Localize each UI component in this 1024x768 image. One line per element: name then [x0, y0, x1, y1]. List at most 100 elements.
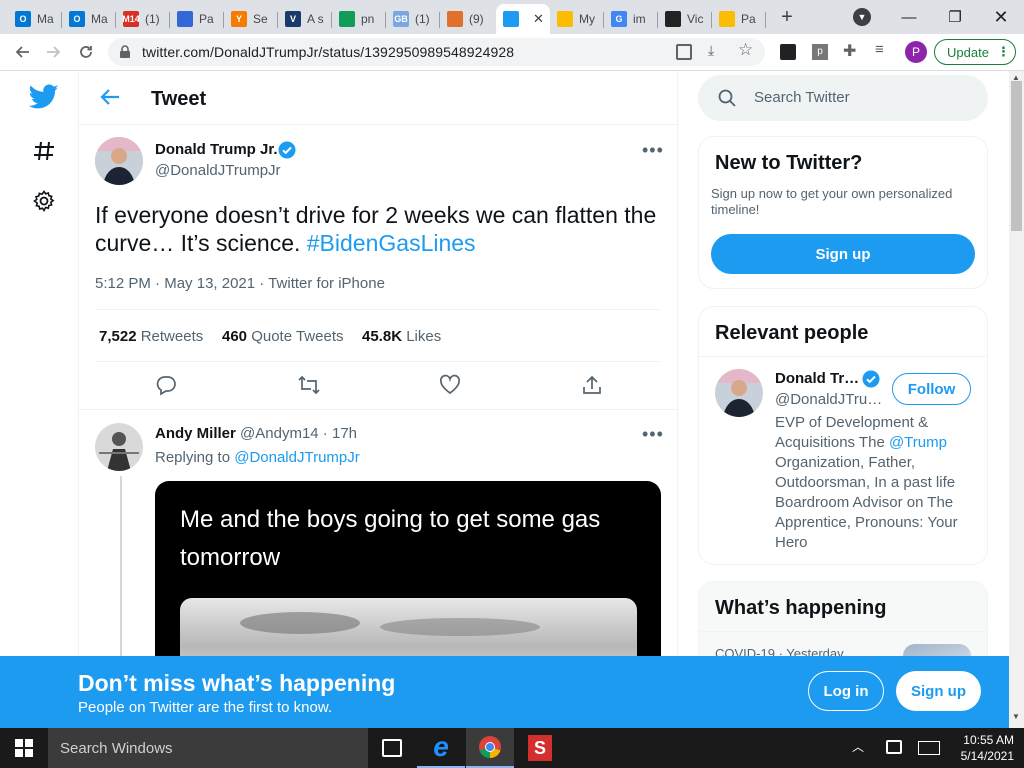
- browser-tab[interactable]: Gim: [604, 4, 658, 34]
- reply-time[interactable]: · 17h: [319, 425, 357, 442]
- reply-author-handle[interactable]: @Andym14: [240, 425, 319, 442]
- browser-tab[interactable]: VA s: [278, 4, 332, 34]
- retweets-stat[interactable]: 7,522 Retweets: [99, 328, 203, 345]
- system-clock[interactable]: 10:55 AM 5/14/2021: [956, 732, 1014, 764]
- browser-tab[interactable]: My: [550, 4, 604, 34]
- media-queue-icon[interactable]: ≡: [875, 41, 884, 58]
- scrollbar-thumb[interactable]: [1011, 81, 1022, 231]
- browser-tab[interactable]: Pa: [712, 4, 766, 34]
- trend-thumbnail[interactable]: [903, 644, 971, 656]
- taskbar-search-box[interactable]: Search Windows: [48, 728, 368, 768]
- browser-tab[interactable]: (9): [440, 4, 494, 34]
- hashtag-icon: [34, 141, 54, 161]
- sidebar-signup-button[interactable]: Sign up: [711, 234, 975, 274]
- keyboard-icon[interactable]: [918, 741, 940, 755]
- app-s-icon[interactable]: S: [528, 735, 552, 761]
- clock-time: 10:55 AM: [963, 733, 1014, 747]
- profile-avatar[interactable]: P: [905, 41, 927, 63]
- start-button[interactable]: [0, 728, 48, 768]
- scroll-down-icon[interactable]: ▼: [1012, 712, 1020, 721]
- browser-tab[interactable]: M14 (1): [116, 4, 170, 34]
- reload-button[interactable]: [72, 38, 100, 66]
- back-button[interactable]: [8, 38, 36, 66]
- bio-link[interactable]: @Trump: [889, 434, 947, 451]
- share-button[interactable]: [581, 374, 603, 401]
- new-tab-button[interactable]: +: [775, 5, 799, 29]
- browser-tab[interactable]: O Ma: [62, 4, 116, 34]
- browser-tab[interactable]: Vic: [658, 4, 712, 34]
- search-box[interactable]: Search Twitter: [698, 75, 988, 121]
- extension-p-icon[interactable]: p: [812, 44, 828, 60]
- task-view-icon[interactable]: [382, 739, 402, 757]
- signup-button[interactable]: Sign up: [896, 671, 981, 711]
- like-button[interactable]: [439, 374, 461, 401]
- tab-favicon-icon: O: [69, 11, 85, 27]
- retweet-button[interactable]: [297, 374, 321, 401]
- chrome-update-button[interactable]: Update ⋮: [934, 39, 1016, 65]
- update-label: Update: [947, 44, 989, 60]
- browser-tab[interactable]: O Ma: [8, 4, 62, 34]
- close-tab-icon[interactable]: ✕: [533, 11, 544, 27]
- hashtag-link[interactable]: #BidenGasLines: [307, 230, 476, 256]
- address-bar[interactable]: twitter.com/DonaldJTrumpJr/status/139295…: [108, 38, 765, 66]
- reply-author-name[interactable]: Andy Miller: [155, 425, 236, 442]
- notification-icon[interactable]: [886, 740, 902, 754]
- thread-line: [120, 476, 122, 656]
- chrome-taskbar-icon[interactable]: [466, 728, 514, 768]
- more-options-icon[interactable]: •••: [642, 140, 664, 161]
- tab-label: pn: [361, 12, 375, 26]
- new-to-twitter-card: New to Twitter? Sign up now to get your …: [698, 136, 988, 289]
- quote-tweets-stat[interactable]: 460 Quote Tweets: [222, 328, 343, 345]
- browser-tab[interactable]: GB (1): [386, 4, 440, 34]
- reply-author-avatar[interactable]: [95, 423, 143, 471]
- forward-button[interactable]: [40, 38, 68, 66]
- install-app-icon[interactable]: ⤓: [708, 42, 714, 59]
- bookmark-star-icon[interactable]: ☆: [738, 40, 753, 60]
- author-handle[interactable]: @DonaldJTrumpJr: [155, 162, 281, 179]
- retweets-label: Retweets: [140, 328, 204, 345]
- minimize-button[interactable]: —: [886, 0, 932, 34]
- browser-tab[interactable]: Pa: [170, 4, 224, 34]
- tweet-time[interactable]: 5:12 PM: [95, 275, 151, 292]
- browser-tab[interactable]: pn: [332, 4, 386, 34]
- replying-handle[interactable]: @DonaldJTrumpJr: [234, 449, 360, 466]
- tweet-text: If everyone doesn’t drive for 2 weeks we…: [95, 201, 665, 257]
- relevant-person-handle[interactable]: @DonaldJTru…: [775, 391, 882, 408]
- author-name[interactable]: Donald Trump Jr.: [155, 141, 278, 158]
- trend-meta[interactable]: COVID-19 · Yesterday: [715, 646, 844, 656]
- show-hidden-icons[interactable]: ︿: [852, 738, 864, 755]
- whats-happening-title: What’s happening: [715, 597, 887, 619]
- extension-icon[interactable]: [780, 44, 796, 60]
- retweets-count: 7,522: [99, 328, 137, 345]
- quotes-count: 460: [222, 328, 248, 345]
- reply-media-image[interactable]: Me and the boys going to get some gas to…: [155, 481, 661, 656]
- page-scrollbar[interactable]: ▲ ▼: [1009, 71, 1024, 728]
- qr-code-icon[interactable]: [676, 44, 692, 60]
- relevant-person-avatar[interactable]: [715, 369, 763, 417]
- tweet-date[interactable]: May 13, 2021: [164, 275, 255, 292]
- restore-button[interactable]: ❐: [932, 0, 978, 34]
- puzzle-icon[interactable]: ✚: [843, 41, 856, 61]
- reply-button[interactable]: [155, 374, 177, 401]
- likes-stat[interactable]: 45.8K Likes: [362, 328, 441, 345]
- browser-tab[interactable]: ✕: [496, 4, 550, 34]
- explore-hashtag-button[interactable]: [28, 135, 60, 167]
- twitter-logo[interactable]: [28, 81, 60, 113]
- follow-button[interactable]: Follow: [892, 373, 971, 405]
- url-text: twitter.com/DonaldJTrumpJr/status/139295…: [142, 44, 515, 60]
- author-avatar[interactable]: [95, 137, 143, 185]
- edge-icon[interactable]: e: [417, 728, 465, 768]
- retweet-icon: [298, 375, 320, 395]
- smoke-shape: [240, 612, 360, 634]
- tweet-client[interactable]: Twitter for iPhone: [268, 275, 385, 292]
- browser-toolbar: twitter.com/DonaldJTrumpJr/status/139295…: [0, 34, 1024, 71]
- tab-search-icon[interactable]: ▼: [853, 8, 871, 26]
- relevant-person-name[interactable]: Donald Tr…: [775, 370, 859, 387]
- tab-favicon-icon: O: [15, 11, 31, 27]
- login-button[interactable]: Log in: [808, 671, 884, 711]
- settings-button[interactable]: [28, 185, 60, 217]
- more-options-icon[interactable]: •••: [642, 424, 664, 445]
- close-window-button[interactable]: ✕: [978, 0, 1024, 34]
- back-arrow-button[interactable]: [99, 86, 121, 108]
- browser-tab[interactable]: Y Se: [224, 4, 278, 34]
